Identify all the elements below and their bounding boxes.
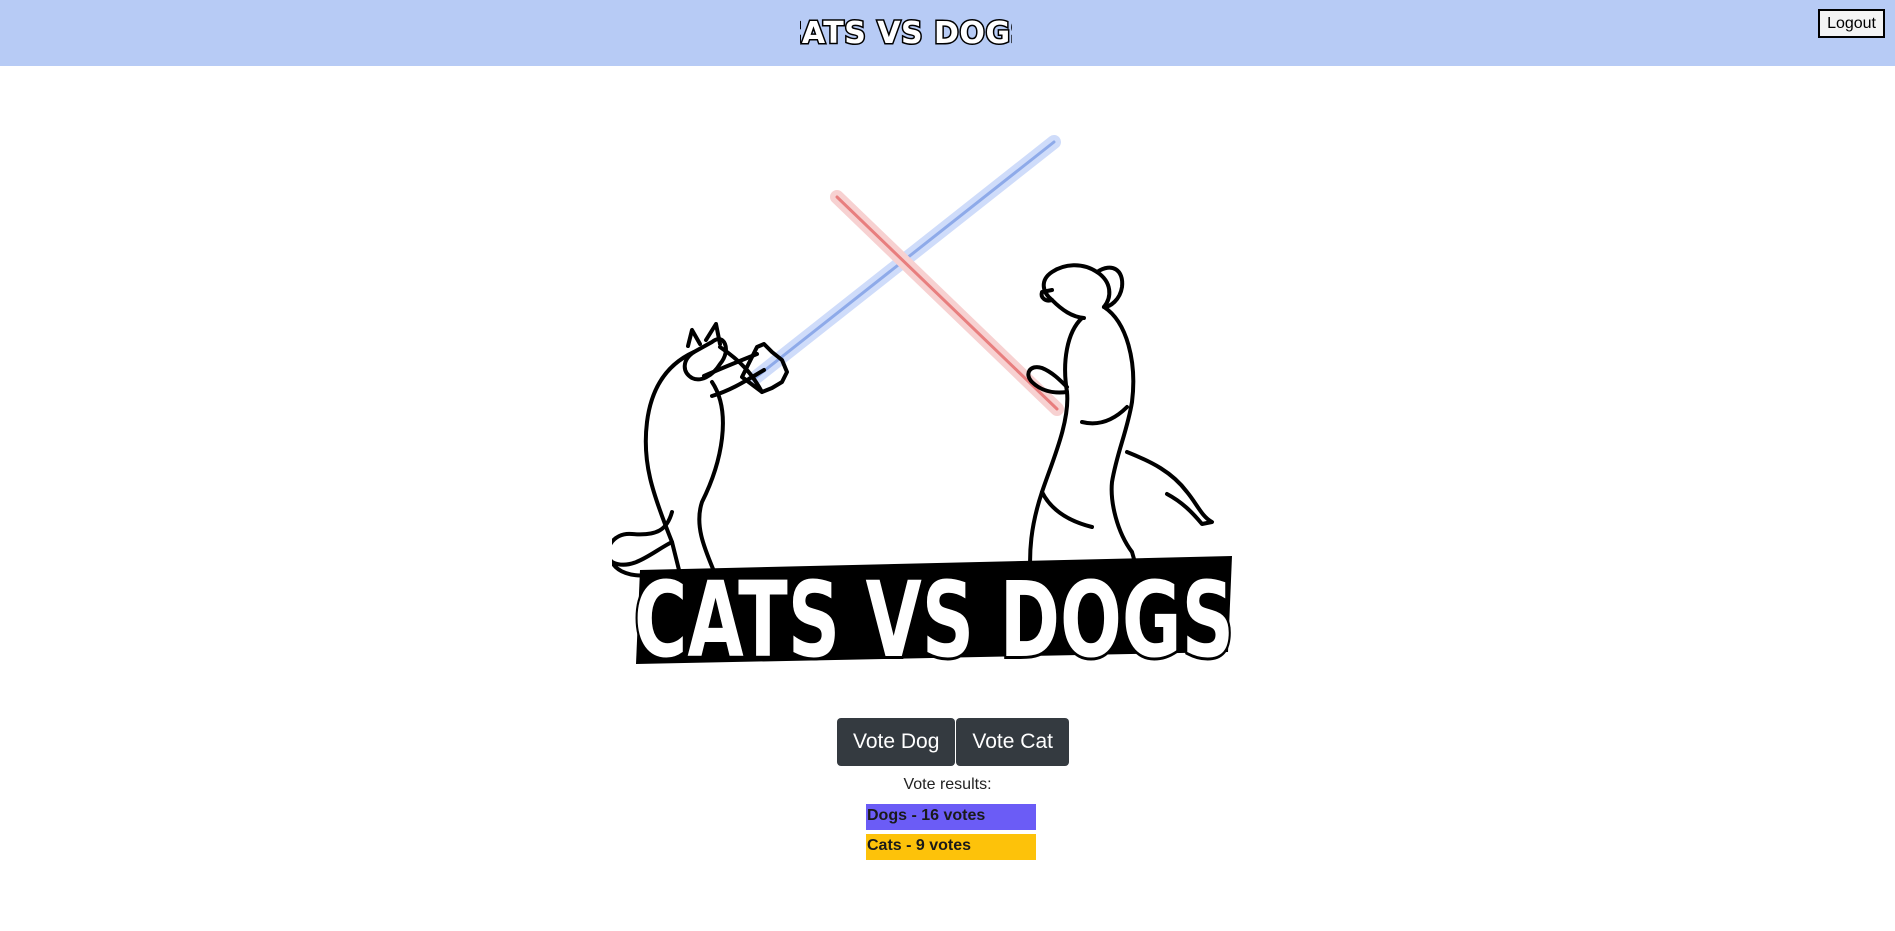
brand-logo-text: CATS VS DOGS — [800, 16, 1012, 51]
vote-button-group: Vote Dog Vote Cat — [837, 718, 1069, 766]
top-navbar: CATS VS DOGS Logout — [0, 0, 1895, 66]
cat-drawing — [612, 322, 789, 594]
vote-dog-button[interactable]: Vote Dog — [837, 718, 956, 766]
cats-vs-dogs-banner: CATS VS DOGS — [631, 556, 1237, 684]
logout-button[interactable]: Logout — [1818, 9, 1885, 38]
banner-text: CATS VS DOGS — [634, 559, 1234, 681]
cats-result-bar: Cats - 9 votes — [866, 834, 1036, 860]
vote-results-label: Vote results: — [903, 776, 992, 793]
dogs-result-bar: Dogs - 16 votes — [866, 804, 1036, 830]
cats-result-text: Cats - 9 votes — [867, 837, 972, 854]
cats-vs-dogs-illustration: CATS VS DOGS — [612, 135, 1237, 684]
dogs-result-text: Dogs - 16 votes — [867, 807, 986, 824]
dog-drawing — [1026, 263, 1214, 594]
vote-cat-button[interactable]: Vote Cat — [956, 718, 1069, 766]
brand-logo: CATS VS DOGS — [800, 15, 1012, 53]
